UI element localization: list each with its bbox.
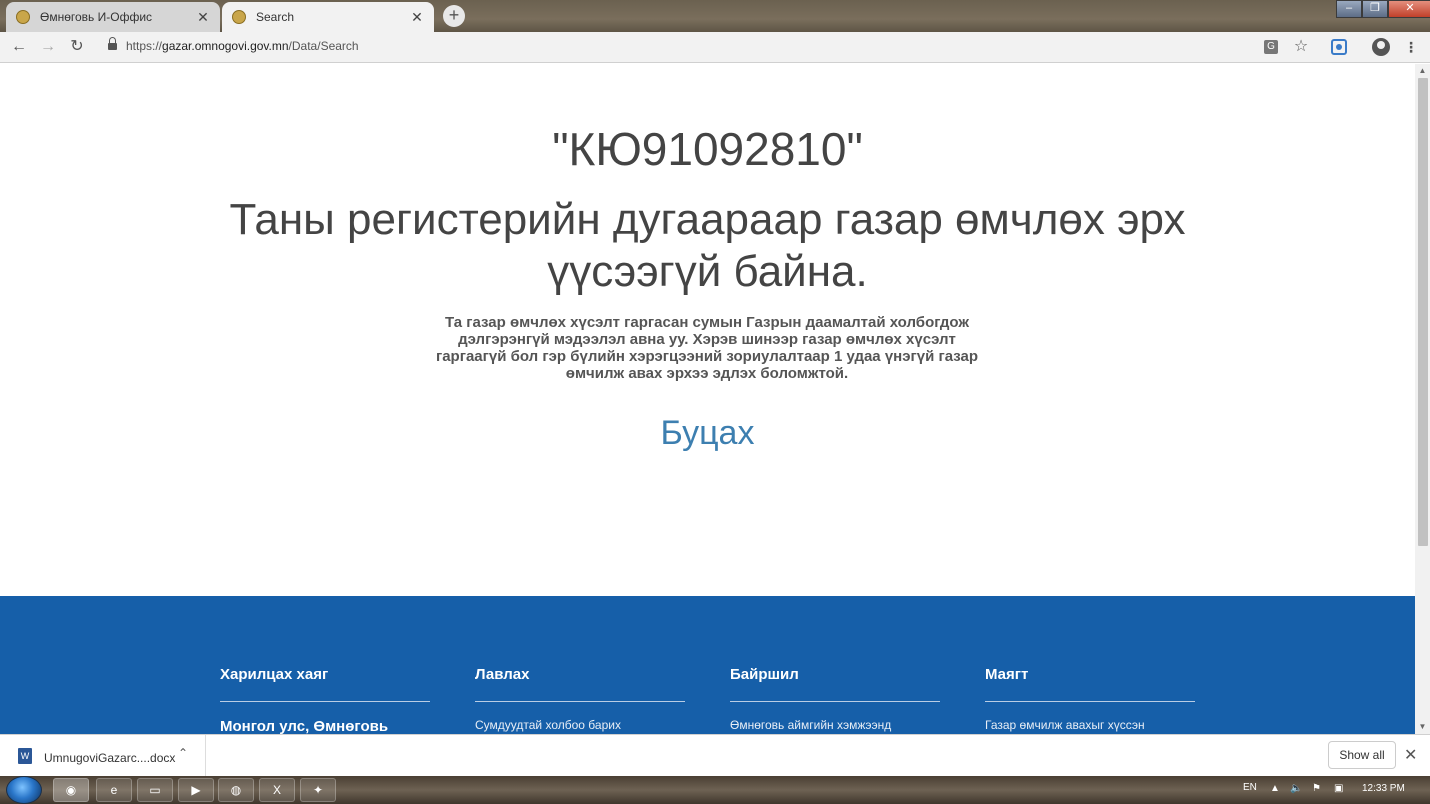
- url-text: https://gazar.omnogovi.gov.mn/Data/Searc…: [126, 39, 359, 53]
- close-window-button[interactable]: ✕: [1388, 0, 1430, 18]
- app-taskbar-icon[interactable]: ◍: [218, 778, 254, 802]
- browser-toolbar: ← → ↻ https://gazar.omnogovi.gov.mn/Data…: [0, 32, 1430, 63]
- word-document-icon: W: [18, 748, 32, 764]
- start-button[interactable]: [6, 776, 42, 804]
- registration-number: "КЮ91092810": [552, 123, 863, 175]
- footer-heading: Лавлах: [475, 666, 685, 702]
- result-section: "КЮ91092810" Таны регистерийн дугаараар …: [0, 64, 1415, 596]
- media-player-taskbar-icon[interactable]: ▶: [178, 778, 214, 802]
- back-arrow-icon[interactable]: ←: [8, 37, 30, 57]
- bookmark-star-icon[interactable]: ☆: [1292, 38, 1310, 56]
- language-indicator[interactable]: EN: [1243, 782, 1257, 793]
- footer: Харилцах хаяг Монгол улс, Өмнөговь Лавла…: [0, 596, 1415, 734]
- tab-search[interactable]: Search ✕: [222, 2, 434, 32]
- download-item[interactable]: W UmnugoviGazarc....docx ⌃: [0, 735, 206, 777]
- main-message: Таны регистерийн дугаараар газар өмчлөх …: [229, 195, 1186, 296]
- network-icon[interactable]: ▣: [1334, 783, 1343, 794]
- clock[interactable]: 12:33 PM: [1362, 783, 1405, 794]
- footer-location-column: Байршил Өмнөговь аймгийн хэмжээнд: [730, 666, 940, 732]
- back-link[interactable]: Буцах: [0, 414, 1415, 453]
- download-bar: W UmnugoviGazarc....docx ⌃ Show all ✕: [0, 734, 1430, 777]
- tab-label: Search: [256, 10, 295, 24]
- app-taskbar-icon[interactable]: ✦: [300, 778, 336, 802]
- page-viewport: "КЮ91092810" Таны регистерийн дугаараар …: [0, 64, 1415, 734]
- site-emblem-icon: [232, 10, 246, 24]
- volume-icon[interactable]: 🔈: [1290, 783, 1302, 794]
- minimize-button[interactable]: –: [1336, 0, 1362, 18]
- close-icon[interactable]: ✕: [410, 9, 424, 26]
- profile-icon[interactable]: [1372, 38, 1390, 56]
- lock-icon: [108, 37, 117, 51]
- footer-heading: Маягт: [985, 666, 1195, 702]
- close-icon[interactable]: ✕: [1404, 745, 1417, 765]
- footer-contact-column: Харилцах хаяг Монгол улс, Өмнөговь: [220, 666, 430, 734]
- tab-label: Өмнөговь И-Оффис: [40, 10, 153, 24]
- footer-text: Монгол улс, Өмнөговь: [220, 718, 389, 734]
- footer-heading: Байршил: [730, 666, 940, 702]
- footer-link[interactable]: Сумдуудтай холбоо барих: [475, 718, 685, 732]
- new-tab-button[interactable]: +: [443, 5, 465, 27]
- window-controls: – ❐ ✕: [1336, 0, 1430, 18]
- translate-icon[interactable]: G: [1264, 40, 1278, 54]
- close-icon[interactable]: ✕: [196, 9, 210, 26]
- forward-arrow-icon[interactable]: →: [37, 37, 59, 57]
- download-file-name: UmnugoviGazarc....docx: [44, 751, 176, 765]
- tray-expand-icon[interactable]: ▲: [1270, 783, 1280, 794]
- scroll-thumb[interactable]: [1418, 78, 1428, 546]
- footer-link[interactable]: Газар өмчилж авахыг хүссэн: [985, 718, 1195, 732]
- scroll-down-icon[interactable]: ▼: [1415, 720, 1430, 734]
- detail-text: Та газар өмчлөх хүсэлт гаргасан сумын Га…: [435, 314, 979, 382]
- excel-taskbar-icon[interactable]: X: [259, 778, 295, 802]
- chrome-taskbar-icon[interactable]: ◉: [53, 778, 89, 802]
- ie-taskbar-icon[interactable]: e: [96, 778, 132, 802]
- windows-taskbar: ◉ e ▭ ▶ ◍ X ✦ EN ▲ 🔈 ⚑ ▣ 12:33 PM: [0, 776, 1430, 804]
- footer-directory-column: Лавлах Сумдуудтай холбоо барих: [475, 666, 685, 732]
- chevron-up-icon[interactable]: ⌃: [178, 746, 188, 760]
- site-emblem-icon: [16, 10, 30, 24]
- browser-titlebar: Өмнөговь И-Оффис ✕ Search ✕ + – ❐ ✕: [0, 0, 1430, 32]
- flag-icon[interactable]: ⚑: [1312, 783, 1321, 794]
- tab-omnogovi-ioffice[interactable]: Өмнөговь И-Оффис ✕: [6, 2, 220, 32]
- address-bar[interactable]: https://gazar.omnogovi.gov.mn/Data/Searc…: [98, 35, 1320, 60]
- maximize-button[interactable]: ❐: [1362, 0, 1388, 18]
- footer-forms-column: Маягт Газар өмчилж авахыг хүссэн: [985, 666, 1195, 732]
- folder-taskbar-icon[interactable]: ▭: [137, 778, 173, 802]
- footer-heading: Харилцах хаяг: [220, 666, 430, 702]
- footer-link[interactable]: Өмнөговь аймгийн хэмжээнд: [730, 718, 940, 732]
- page-scrollbar[interactable]: ▲ ▼: [1415, 64, 1430, 734]
- extension-icon[interactable]: [1331, 39, 1347, 55]
- menu-dots-icon[interactable]: ⋮: [1402, 38, 1420, 56]
- scroll-up-icon[interactable]: ▲: [1415, 64, 1430, 78]
- show-all-button[interactable]: Show all: [1328, 741, 1396, 769]
- reload-icon[interactable]: ↻: [66, 37, 88, 57]
